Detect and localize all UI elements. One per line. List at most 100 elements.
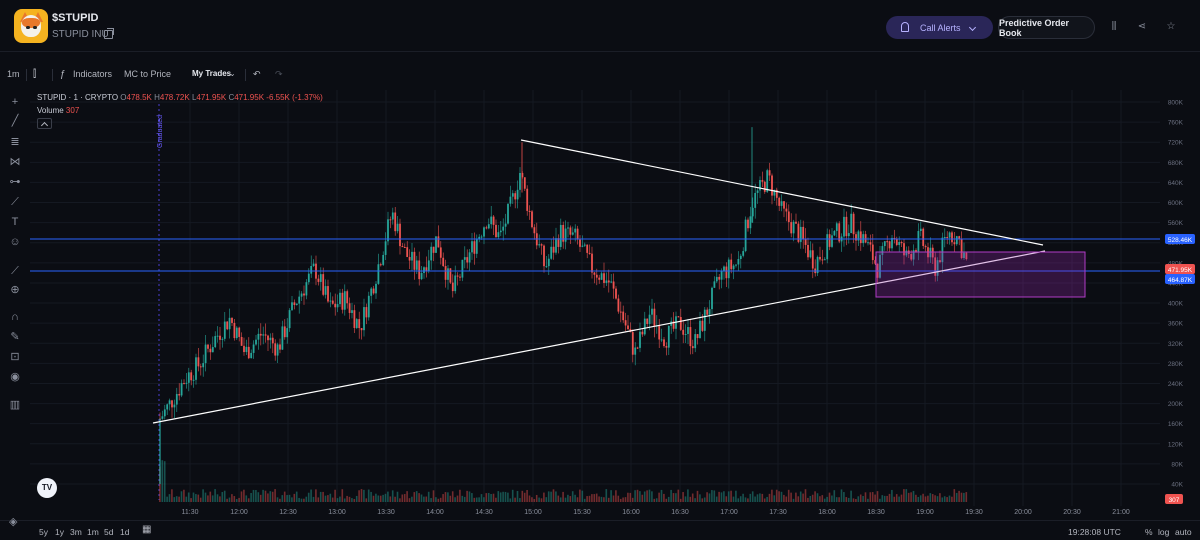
candle-body (571, 232, 574, 235)
x-tick-label: 17:00 (720, 509, 738, 516)
candle-body (233, 322, 236, 339)
candle-body (631, 332, 634, 355)
y-tick-label: 600K (1168, 200, 1184, 207)
candle-body (624, 320, 627, 326)
volume-bar (651, 491, 653, 502)
volume-bar (199, 497, 202, 502)
candle-body (843, 216, 845, 237)
candle-body (855, 234, 857, 241)
volume-bar (576, 497, 579, 502)
volume-bar (166, 496, 168, 502)
candle-body (391, 212, 394, 220)
price-chart[interactable]: Graduated 800K 760K 720K 680K 640K 600K 560K 52… (0, 0, 1200, 540)
percent-toggle[interactable]: % (1145, 527, 1153, 537)
volume-bar (461, 495, 464, 502)
volume-bar (915, 494, 917, 502)
volume-bar (276, 497, 279, 502)
volume-bar (511, 489, 514, 502)
volume-bar (821, 495, 824, 502)
volume-bar (214, 489, 216, 502)
chart-grid (30, 90, 1160, 506)
candle-body (651, 308, 653, 315)
candle-body (348, 303, 351, 313)
volume-bar (255, 490, 257, 502)
volume-bar (838, 497, 840, 502)
tradingview-logo[interactable]: TV (37, 478, 57, 498)
candle-body (547, 258, 550, 267)
candle-body (658, 325, 661, 340)
x-tick-label: 14:00 (426, 509, 444, 516)
utc-time[interactable]: 19:28:08 UTC (1068, 527, 1121, 537)
volume-bar (663, 493, 665, 502)
volume-bar (627, 492, 629, 502)
x-tick-label: 16:00 (622, 509, 640, 516)
layers-icon[interactable]: ◈ (9, 515, 17, 528)
x-tick-label: 18:00 (818, 509, 836, 516)
volume-bar (677, 489, 680, 502)
candle-body (262, 334, 265, 336)
candle-body (295, 303, 298, 305)
volume-bar (283, 491, 286, 502)
volume-bar (499, 492, 502, 502)
volume-bar (480, 494, 483, 502)
volume-bar (538, 497, 540, 502)
x-tick-label: 14:30 (475, 509, 493, 516)
range-1m[interactable]: 1m (87, 527, 99, 537)
volume-bar (247, 498, 250, 502)
volume-bar (468, 491, 471, 502)
candle-body (497, 232, 500, 238)
candle-body (415, 260, 418, 270)
candle-body (235, 327, 238, 339)
volume-bar (826, 496, 828, 502)
candle-body (948, 232, 951, 238)
volume-bar (545, 497, 548, 502)
volume-bar (257, 492, 260, 502)
volume-bar (478, 497, 480, 502)
volume-bar (487, 492, 490, 502)
candle-body (384, 241, 387, 255)
candle-body (528, 210, 531, 212)
volume-bar (240, 491, 243, 502)
range-3m[interactable]: 3m (70, 527, 82, 537)
log-toggle[interactable]: log (1158, 527, 1169, 537)
candle-body (682, 329, 685, 335)
volume-bar (202, 489, 204, 502)
volume-bar (785, 496, 788, 502)
auto-toggle[interactable]: auto (1175, 527, 1192, 537)
volume-bar (444, 492, 447, 502)
volume-bar (679, 498, 682, 502)
candle-body (456, 275, 459, 277)
volume-bar (456, 495, 459, 502)
collapse-legend-button[interactable] (37, 118, 52, 129)
volume-bar (382, 494, 384, 502)
range-5y[interactable]: 5y (39, 527, 48, 537)
candle-body (449, 268, 452, 283)
range-1d[interactable]: 1d (120, 527, 129, 537)
candle-body (461, 259, 464, 278)
calendar-icon[interactable]: ▦ (142, 524, 151, 535)
candle-body (646, 318, 649, 324)
x-tick-label: 18:30 (867, 509, 885, 516)
volume-bar (871, 492, 874, 502)
volume-bar (939, 493, 941, 502)
candle-body (778, 197, 781, 206)
volume-bar (859, 494, 862, 502)
candle-body (723, 266, 725, 272)
volume-bar (833, 490, 836, 502)
high-value: 478.72K (159, 93, 190, 102)
volume-bar (607, 497, 610, 502)
range-1y[interactable]: 1y (55, 527, 64, 537)
volume-bar (315, 489, 317, 502)
candle-body (432, 246, 435, 253)
ohlc-legend: STUPID · 1 · CRYPTO O478.5K H478.72K L47… (37, 93, 323, 102)
candle-body (581, 245, 584, 247)
range-5d[interactable]: 5d (104, 527, 113, 537)
volume-bar (180, 491, 183, 502)
candle-body (466, 257, 469, 263)
volume-bar (391, 490, 394, 502)
volume-bar (519, 498, 521, 502)
volume-bar (660, 489, 663, 502)
volume-bar (305, 496, 308, 502)
candle-body (252, 344, 255, 353)
volume-bar (857, 496, 860, 502)
